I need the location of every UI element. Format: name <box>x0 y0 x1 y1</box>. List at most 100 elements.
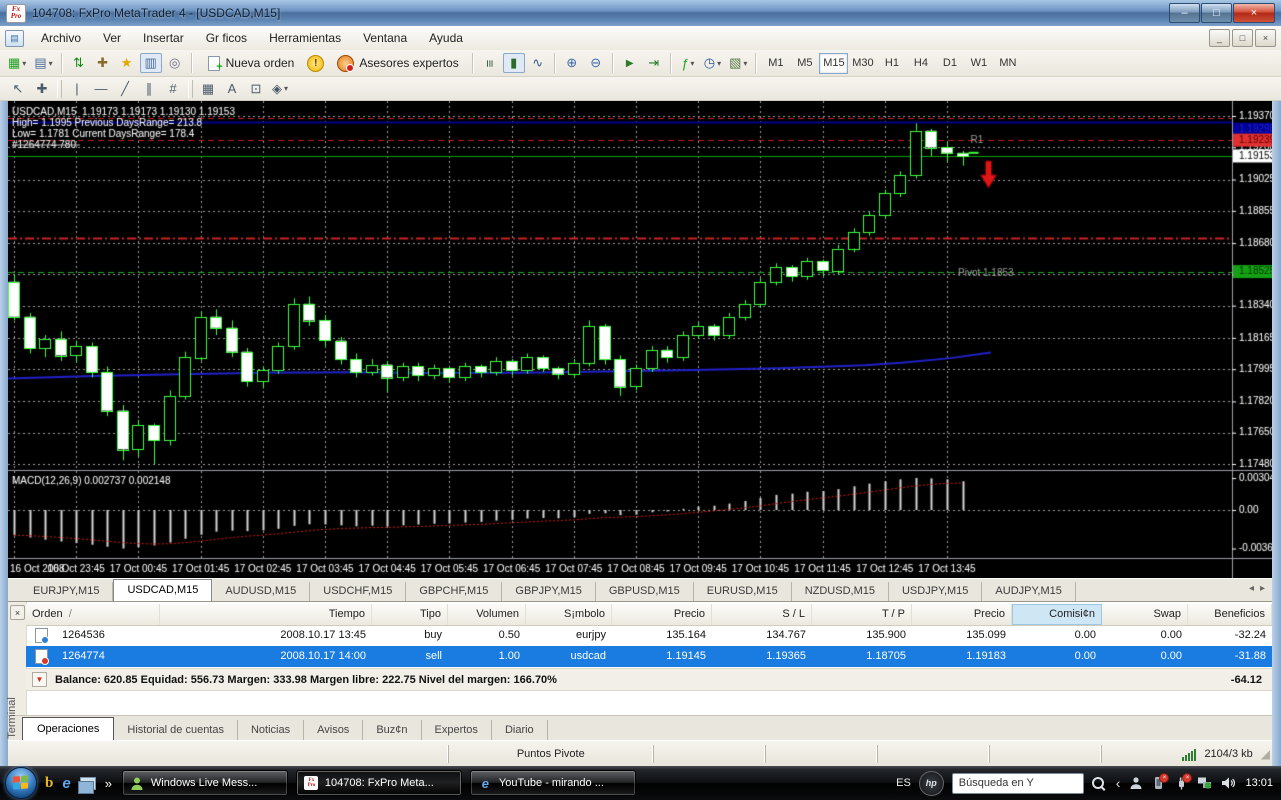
strategy-tester-icon[interactable]: ◎ <box>164 53 186 73</box>
market-watch-icon[interactable]: ⇅ <box>68 53 90 73</box>
child-restore-button[interactable]: □ <box>1232 29 1253 47</box>
show-desktop-icon[interactable] <box>80 777 96 790</box>
maximize-button[interactable]: □ <box>1201 3 1232 23</box>
column-header-precio2[interactable]: Precio <box>912 604 1012 625</box>
chart-tab-gbpchf[interactable]: GBPCHF,M15 <box>406 582 502 601</box>
price-chart-canvas[interactable] <box>8 101 1272 578</box>
menu-insertar[interactable]: Insertar <box>132 28 195 48</box>
column-header-tipo[interactable]: Tipo <box>372 604 448 625</box>
crosshair-tool-icon[interactable]: ✚ <box>31 79 53 99</box>
chart-tab-usdjpy[interactable]: USDJPY,M15 <box>889 582 982 601</box>
messenger-status-icon[interactable] <box>1128 776 1143 791</box>
chart-tab-usdcad[interactable]: USDCAD,M15 <box>113 579 212 601</box>
menu-ventana[interactable]: Ventana <box>352 28 418 48</box>
terminal-tab-historial[interactable]: Historial de cuentas <box>114 720 238 741</box>
navigator-icon[interactable]: ▥ <box>140 53 162 73</box>
column-header-comision[interactable]: Comisi¢n <box>1012 604 1102 625</box>
quick-launch-more-icon[interactable]: » <box>105 776 112 791</box>
terminal-tab-operaciones[interactable]: Operaciones <box>22 717 114 741</box>
timeframe-d1[interactable]: D1 <box>935 53 964 74</box>
bar-chart-icon[interactable]: ≡ <box>479 53 501 73</box>
network-icon[interactable] <box>1197 776 1212 791</box>
text-tool-icon[interactable]: A <box>221 79 243 99</box>
periods-icon[interactable]: ◷▾ <box>701 53 724 73</box>
terminal-tab-expertos[interactable]: Expertos <box>422 720 492 741</box>
taskbar-clock[interactable]: 13:01 <box>1245 777 1273 789</box>
minimize-button[interactable]: – <box>1169 3 1200 23</box>
chart-tab-audusd[interactable]: AUDUSD,M15 <box>212 582 310 601</box>
child-minimize-button[interactable]: _ <box>1209 29 1230 47</box>
power-plug-icon[interactable]: × <box>1174 776 1189 791</box>
chart-tab-gbpjpy[interactable]: GBPJPY,M15 <box>502 582 595 601</box>
zoom-out-icon[interactable]: ⊖ <box>585 53 607 73</box>
data-window-icon[interactable]: ✚ <box>92 53 114 73</box>
new-chart-icon[interactable]: ▦▾ <box>5 53 29 73</box>
timeframe-mn[interactable]: MN <box>993 53 1022 74</box>
terminal-tab-noticias[interactable]: Noticias <box>238 720 304 741</box>
quick-launch-b-icon[interactable]: b <box>45 775 53 792</box>
timeframe-h1[interactable]: H1 <box>877 53 906 74</box>
start-button[interactable] <box>5 767 37 799</box>
fibonacci-tool-icon[interactable]: # <box>162 79 184 99</box>
timeframe-m15[interactable]: M15 <box>819 53 848 74</box>
label-tool-icon[interactable]: ⊡ <box>245 79 267 99</box>
search-icon[interactable] <box>1092 777 1104 789</box>
menu-ayuda[interactable]: Ayuda <box>418 28 474 48</box>
candlestick-chart-icon[interactable]: ▮ <box>503 53 525 73</box>
close-button[interactable]: × <box>1233 3 1275 23</box>
chart-tab-nzdusd[interactable]: NZDUSD,M15 <box>792 582 889 601</box>
tray-expand-icon[interactable]: ‹ <box>1116 775 1121 791</box>
tab-scroll-right-icon[interactable]: ▸ <box>1260 583 1271 594</box>
timeframe-m1[interactable]: M1 <box>761 53 790 74</box>
volume-icon[interactable] <box>1220 776 1235 791</box>
language-indicator[interactable]: ES <box>896 777 911 789</box>
channel-tool-icon[interactable]: ∥ <box>138 79 160 99</box>
column-header-orden[interactable]: Orden / <box>26 604 160 625</box>
horizontal-line-tool-icon[interactable]: — <box>90 79 112 99</box>
child-close-button[interactable]: × <box>1255 29 1276 47</box>
internet-explorer-icon[interactable]: e <box>62 775 70 792</box>
chart-tab-usdchf[interactable]: USDCHF,M15 <box>310 582 406 601</box>
profiles-icon[interactable]: ▤▾ <box>31 53 55 73</box>
timeframe-h4[interactable]: H4 <box>906 53 935 74</box>
timeframe-m30[interactable]: M30 <box>848 53 877 74</box>
chart-tab-eurjpy[interactable]: EURJPY,M15 <box>20 582 113 601</box>
menu-archivo[interactable]: Archivo <box>30 28 92 48</box>
timeframe-m5[interactable]: M5 <box>790 53 819 74</box>
favorites-icon[interactable]: ★ <box>116 53 138 73</box>
menu-ver[interactable]: Ver <box>92 28 132 48</box>
column-header-tiempo[interactable]: Tiempo <box>160 604 372 625</box>
cursor-tool-icon[interactable]: ↖ <box>7 79 29 99</box>
chart-tab-gbpusd[interactable]: GBPUSD,M15 <box>596 582 694 601</box>
line-chart-icon[interactable]: ∿ <box>527 53 549 73</box>
trendline-tool-icon[interactable]: ╱ <box>114 79 136 99</box>
terminal-close-icon[interactable]: × <box>10 605 25 620</box>
order-row-buy[interactable]: 1264536 2008.10.17 13:45 buy 0.50 eurjpy… <box>26 625 1272 646</box>
terminal-tab-buzon[interactable]: Buz¢n <box>363 720 421 741</box>
column-header-volumen[interactable]: Volumen <box>448 604 526 625</box>
device-status-icon[interactable]: × <box>1151 776 1166 791</box>
menu-graficos[interactable]: Gr ficos <box>195 28 258 48</box>
zoom-in-icon[interactable]: ⊕ <box>561 53 583 73</box>
column-header-swap[interactable]: Swap <box>1102 604 1188 625</box>
vertical-line-tool-icon[interactable]: | <box>66 79 88 99</box>
chart-tab-audjpy[interactable]: AUDJPY,M15 <box>982 582 1075 601</box>
arrows-tool-icon[interactable]: ◈▾ <box>269 79 291 99</box>
terminal-tab-avisos[interactable]: Avisos <box>304 720 363 741</box>
column-header-sl[interactable]: S / L <box>712 604 812 625</box>
auto-scroll-icon[interactable]: ▶ <box>619 53 641 73</box>
taskbar-button-youtube[interactable]: e YouTube - mirando ... <box>470 770 636 796</box>
taskbar-button-messenger[interactable]: Windows Live Mess... <box>122 770 288 796</box>
menu-herramientas[interactable]: Herramientas <box>258 28 352 48</box>
terminal-tab-diario[interactable]: Diario <box>492 720 548 741</box>
indicators-icon[interactable]: ƒ▾ <box>677 53 699 73</box>
search-input[interactable] <box>952 773 1084 794</box>
column-header-precio[interactable]: Precio <box>612 604 712 625</box>
templates-icon[interactable]: ▧▾ <box>726 53 750 73</box>
chart-tab-eurusd[interactable]: EURUSD,M15 <box>694 582 792 601</box>
new-order-button[interactable]: + Nueva orden <box>197 51 304 75</box>
shapes-tool-icon[interactable]: ▦ <box>197 79 219 99</box>
expert-advisors-button[interactable]: Asesores expertos <box>328 51 467 75</box>
resize-grip-icon[interactable]: ◢ <box>1261 747 1272 761</box>
timeframe-w1[interactable]: W1 <box>964 53 993 74</box>
